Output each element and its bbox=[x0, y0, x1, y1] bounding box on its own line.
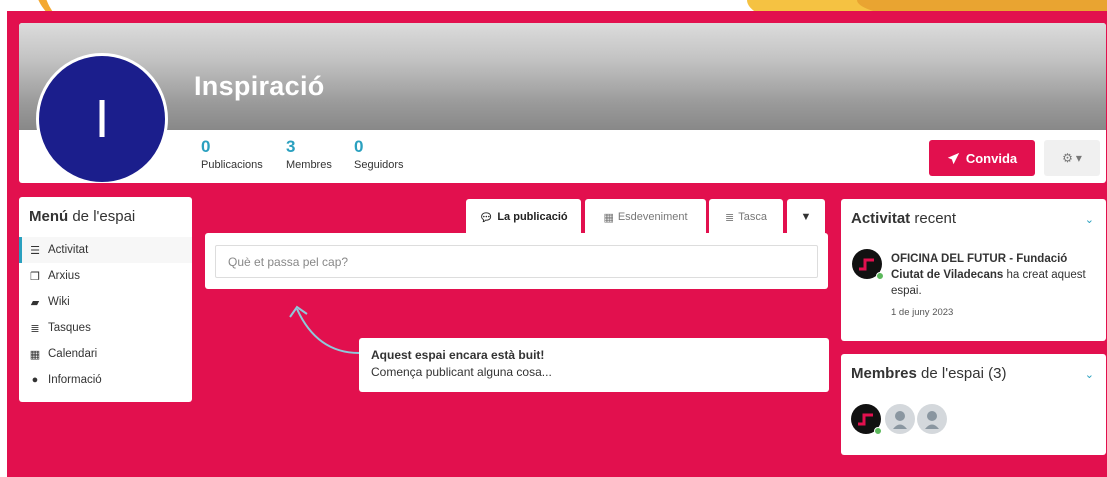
menu-item-label: Activitat bbox=[48, 244, 89, 256]
files-icon: ❐ bbox=[30, 270, 40, 283]
tasks-icon: ≣ bbox=[30, 322, 40, 335]
menu-item-label: Tasques bbox=[48, 322, 91, 334]
info-icon: ● bbox=[31, 374, 39, 386]
space-settings-button[interactable]: ⚙ ▾ bbox=[1044, 140, 1100, 176]
chevron-down-icon[interactable]: ⌄ bbox=[1085, 213, 1094, 226]
menu-item-tasques[interactable]: ≣ Tasques bbox=[19, 315, 192, 341]
stat-label: Publicacions bbox=[201, 159, 263, 171]
invite-button-label: Convida bbox=[965, 150, 1018, 166]
user-icon bbox=[925, 411, 939, 429]
tab-publicacio[interactable]: 💬︎ La publicació bbox=[466, 199, 581, 235]
curved-arrow-icon bbox=[289, 305, 360, 354]
chevron-down-icon: ▾ bbox=[1075, 151, 1082, 165]
calendar-icon: ▦ bbox=[29, 348, 41, 361]
tab-esdeveniment[interactable]: ▦ Esdeveniment bbox=[585, 199, 706, 235]
menu-item-label: Wiki bbox=[48, 296, 70, 308]
menu-item-wiki[interactable]: ▰ Wiki bbox=[19, 289, 192, 315]
space-avatar[interactable]: I bbox=[36, 53, 168, 183]
stat-label: Seguidors bbox=[354, 159, 404, 171]
tab-more-dropdown[interactable]: ▼ bbox=[787, 199, 825, 235]
stat-value: 0 bbox=[201, 137, 211, 156]
member-avatar[interactable] bbox=[917, 404, 947, 434]
space-title: Inspiració bbox=[194, 71, 325, 101]
menu-item-label: Calendari bbox=[48, 348, 98, 360]
paper-plane-icon bbox=[947, 152, 960, 164]
activity-date: 1 de juny 2023 bbox=[891, 307, 954, 318]
menu-item-label: Arxius bbox=[48, 270, 80, 282]
members-panel-title: Membres de l'espai (3) bbox=[851, 365, 1007, 382]
tasks-icon: ≣ bbox=[725, 211, 735, 224]
list-icon: ☰ bbox=[30, 244, 40, 257]
stat-seguidors[interactable]: 0 Seguidors bbox=[354, 137, 404, 172]
space-menu: Menú de l'espai ☰ Activitat ❐ Arxius ▰ W… bbox=[19, 197, 192, 402]
space-header: Inspiració I 0 Publicacions 3 Membres 0 … bbox=[19, 23, 1106, 183]
gear-icon: ⚙ bbox=[1062, 151, 1073, 165]
empty-subtitle: Comença publicant alguna cosa... bbox=[371, 365, 552, 379]
members-panel: Membres de l'espai (3) ⌄ bbox=[841, 354, 1106, 455]
tab-label: Esdeveniment bbox=[617, 211, 688, 223]
stat-label: Membres bbox=[286, 159, 332, 171]
caret-down-icon: ▼ bbox=[800, 211, 812, 223]
stat-membres[interactable]: 3 Membres bbox=[286, 137, 332, 172]
space-avatar-letter: I bbox=[94, 89, 110, 149]
activity-panel-title: Activitat recent bbox=[851, 210, 957, 227]
activity-panel: Activitat recent ⌄ OFICINA DEL FUTUR - F… bbox=[841, 199, 1106, 341]
space-banner bbox=[19, 23, 1106, 130]
menu-item-label: Informació bbox=[48, 374, 102, 386]
empty-title: Aquest espai encara està buit! bbox=[371, 348, 545, 362]
post-composer: Què et passa pel cap? bbox=[205, 233, 828, 289]
user-icon bbox=[893, 411, 907, 429]
stat-publicacions[interactable]: 0 Publicacions bbox=[201, 137, 263, 172]
post-input[interactable]: Què et passa pel cap? bbox=[215, 245, 818, 278]
invite-button[interactable]: Convida bbox=[929, 140, 1035, 176]
stat-value: 0 bbox=[354, 137, 364, 156]
menu-item-arxius[interactable]: ❐ Arxius bbox=[19, 263, 192, 289]
comment-icon: 💬︎ bbox=[479, 211, 494, 224]
chevron-down-icon[interactable]: ⌄ bbox=[1085, 368, 1094, 381]
online-status-dot bbox=[874, 427, 882, 435]
online-status-dot bbox=[876, 272, 884, 280]
stat-value: 3 bbox=[286, 137, 296, 156]
tab-tasca[interactable]: ≣ Tasca bbox=[709, 199, 783, 235]
member-avatar[interactable] bbox=[885, 404, 915, 434]
menu-item-activitat[interactable]: ☰ Activitat bbox=[19, 237, 192, 263]
space-page: Inspiració I 0 Publicacions 3 Membres 0 … bbox=[7, 11, 1107, 477]
empty-space-message: Aquest espai encara està buit! Comença p… bbox=[359, 338, 829, 392]
calendar-icon: ▦ bbox=[603, 211, 614, 224]
menu-item-calendari[interactable]: ▦ Calendari bbox=[19, 341, 192, 367]
tab-label: Tasca bbox=[738, 211, 767, 223]
tab-label: La publicació bbox=[497, 211, 568, 223]
space-menu-title: Menú de l'espai bbox=[29, 208, 136, 225]
activity-text: OFICINA DEL FUTUR - Fundació Ciutat de V… bbox=[891, 253, 1086, 297]
menu-item-informacio[interactable]: ● Informació bbox=[19, 367, 192, 393]
book-icon: ▰ bbox=[30, 296, 40, 309]
